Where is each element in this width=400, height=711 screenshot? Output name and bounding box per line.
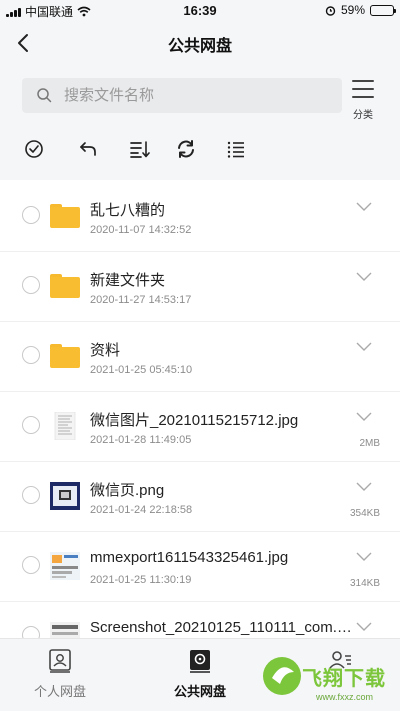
- undo-icon[interactable]: [77, 138, 99, 160]
- watermark-text: 飞翔下载: [302, 668, 386, 690]
- file-row[interactable]: 微信页.png 2021-01-24 22:18:58 354KB: [0, 462, 400, 532]
- folder-icon: [50, 274, 80, 298]
- tab-personal-drive[interactable]: 个人网盘: [0, 639, 120, 711]
- refresh-icon[interactable]: [175, 138, 197, 160]
- file-row[interactable]: 新建文件夹 2020-11-27 14:53:17: [0, 252, 400, 322]
- image-thumbnail: [50, 482, 80, 510]
- chevron-down-icon[interactable]: [356, 202, 372, 212]
- list-icon[interactable]: [225, 138, 247, 160]
- battery-percent: 59%: [340, 3, 365, 17]
- status-right: 59%: [325, 3, 396, 17]
- file-date: 2021-01-24 22:18:58: [90, 504, 193, 516]
- chevron-down-icon[interactable]: [356, 622, 372, 632]
- file-list: 乱七八糟的 2020-11-07 14:32:52 新建文件夹 2020-11-…: [0, 182, 400, 638]
- select-radio[interactable]: [22, 556, 40, 574]
- chevron-down-icon[interactable]: [356, 342, 372, 352]
- file-row[interactable]: 微信图片_20210115215712.jpg 2021-01-28 11:49…: [0, 392, 400, 462]
- file-name: 微信页.png: [90, 482, 165, 499]
- alarm-icon: [325, 5, 336, 16]
- sort-icon[interactable]: [128, 138, 150, 160]
- watermark: 飞翔下载 www.fxxz.com: [258, 646, 400, 708]
- select-radio[interactable]: [22, 626, 40, 638]
- file-date: 2020-11-27 14:53:17: [90, 294, 192, 306]
- select-radio[interactable]: [22, 416, 40, 434]
- nav-bar: 公共网盘: [0, 22, 400, 64]
- chevron-down-icon[interactable]: [356, 272, 372, 282]
- watermark-url: www.fxxz.com: [316, 692, 374, 702]
- battery-icon: [370, 4, 396, 16]
- status-bar: 中国联通 16:39 59%: [0, 0, 400, 22]
- personal-drive-icon: [49, 649, 71, 673]
- file-size: 2MB: [359, 438, 380, 449]
- page-title: 公共网盘: [167, 38, 232, 55]
- file-name: 乱七八糟的: [90, 202, 166, 219]
- file-row[interactable]: mmexport1611543325461.jpg 2021-01-25 11:…: [0, 532, 400, 602]
- search-icon: [37, 88, 52, 103]
- category-label: 分类: [353, 110, 373, 121]
- chevron-down-icon[interactable]: [356, 412, 372, 422]
- file-date: 2021-01-25 11:30:19: [90, 574, 192, 586]
- search-box[interactable]: [22, 78, 342, 113]
- file-date: 2021-01-25 05:45:10: [90, 364, 193, 376]
- file-size: 354KB: [349, 508, 380, 519]
- watermark-logo: [263, 657, 301, 695]
- document-thumbnail: [54, 412, 76, 440]
- chevron-down-icon[interactable]: [356, 482, 372, 492]
- file-name: 新建文件夹: [90, 272, 166, 289]
- image-thumbnail: [50, 622, 80, 638]
- select-radio[interactable]: [22, 486, 40, 504]
- check-circle-icon[interactable]: [23, 138, 45, 160]
- file-row[interactable]: 资料 2021-01-25 05:45:10: [0, 322, 400, 392]
- select-radio[interactable]: [22, 346, 40, 364]
- search-row: 分类: [0, 64, 400, 124]
- select-radio[interactable]: [22, 206, 40, 224]
- file-size: 314KB: [349, 578, 380, 589]
- file-date: 2021-01-28 11:49:05: [90, 434, 192, 446]
- search-input[interactable]: [64, 78, 334, 113]
- file-name: 微信图片_20210115215712.jpg: [90, 412, 299, 429]
- file-row[interactable]: Screenshot_20210125_110111_com.te...: [0, 602, 400, 638]
- tab-public-drive[interactable]: 公共网盘: [140, 639, 260, 711]
- file-name: 资料: [90, 342, 121, 359]
- tab-label: 公共网盘: [173, 684, 226, 699]
- menu-icon: [352, 80, 374, 98]
- select-radio[interactable]: [22, 276, 40, 294]
- file-name: mmexport1611543325461.jpg: [90, 549, 289, 566]
- folder-icon: [50, 344, 80, 368]
- category-button[interactable]: 分类: [350, 78, 376, 121]
- toolbar: [0, 124, 400, 180]
- public-drive-icon: [190, 650, 210, 673]
- file-date: 2020-11-07 14:32:52: [90, 224, 192, 236]
- image-thumbnail: [50, 552, 80, 580]
- tab-label: 个人网盘: [33, 684, 86, 699]
- folder-icon: [50, 204, 80, 228]
- chevron-down-icon[interactable]: [356, 552, 372, 562]
- file-name: Screenshot_20210125_110111_com.te...: [90, 619, 352, 636]
- file-row[interactable]: 乱七八糟的 2020-11-07 14:32:52: [0, 182, 400, 252]
